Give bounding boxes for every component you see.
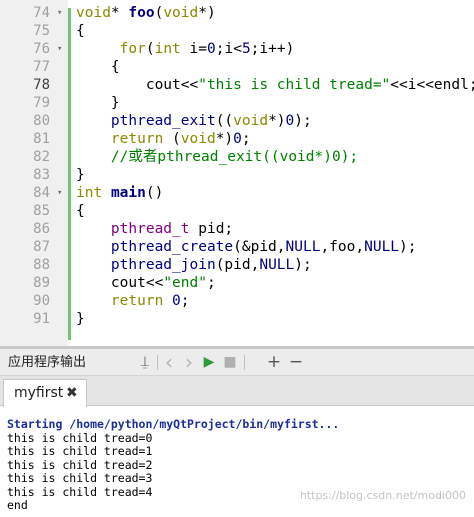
code-text: {: [76, 59, 120, 75]
line-number: 85: [33, 203, 50, 219]
line-number: 74: [33, 5, 50, 21]
code-text: pthread_t pid;: [110, 221, 234, 237]
line-number: 90: [33, 293, 50, 309]
code-text: pthread_exit((void*)0);: [110, 113, 312, 129]
code-line[interactable]: 83}: [0, 166, 474, 184]
code-text: cout<<"end";: [76, 275, 216, 291]
code-line[interactable]: 79 }: [0, 94, 474, 112]
code-line[interactable]: 86 pthread_t pid;: [0, 220, 474, 238]
code-line[interactable]: 76 ▾ for(int i=0;i<5;i++): [0, 40, 474, 58]
code-text: void* foo(void*): [76, 5, 216, 21]
output-pane-title: 应用程序输出: [8, 355, 87, 370]
code-text: int main(): [76, 185, 164, 201]
code-line[interactable]: 85 {: [0, 202, 474, 220]
code-text: {: [76, 203, 85, 219]
code-line[interactable]: 82 //或者pthread_exit((void*)0);: [0, 148, 474, 166]
code-text: {: [76, 23, 85, 39]
code-line[interactable]: 77 {: [0, 58, 474, 76]
code-line[interactable]: 84 ▾ int main(): [0, 184, 474, 202]
attach-icon[interactable]: ⍊: [136, 353, 154, 371]
code-text: //或者pthread_exit((void*)0);: [110, 149, 359, 165]
console-line: end: [7, 498, 28, 512]
line-number: 78: [33, 77, 50, 93]
console-line: this is child tread=3: [7, 471, 153, 485]
code-line[interactable]: 78 cout<<"this is child tread="<<i<<endl…: [0, 76, 474, 94]
chevron-right-icon[interactable]: ›: [180, 352, 198, 372]
minus-icon[interactable]: −: [287, 353, 305, 371]
line-number: 75: [33, 23, 50, 39]
line-number: 82: [33, 149, 50, 165]
code-line[interactable]: 75 {: [0, 22, 474, 40]
tab-label: myfirst: [14, 385, 64, 401]
code-line[interactable]: 91}: [0, 310, 474, 328]
output-pane-toolbar: 应用程序输出 ⍊ ‹ › ▶ ■ + −: [0, 349, 474, 376]
code-line[interactable]: 90 return 0;: [0, 292, 474, 310]
play-icon[interactable]: ▶: [200, 353, 218, 371]
fold-arrow-icon[interactable]: ▾: [57, 40, 62, 58]
code-editor[interactable]: 74 ▾ void* foo(void*) 75 {76 ▾ for(int i=0;i<…: [0, 0, 474, 347]
code-text: pthread_join(pid,NULL);: [110, 257, 312, 273]
code-line[interactable]: 74 ▾ void* foo(void*): [0, 4, 474, 22]
line-number: 88: [33, 257, 50, 273]
console-line: this is child tread=1: [7, 444, 153, 458]
code-line[interactable]: 89 cout<<"end";: [0, 274, 474, 292]
line-number: 81: [33, 131, 50, 147]
output-tab-strip: myfirst ✖: [0, 376, 474, 407]
toolbar-divider: [244, 355, 245, 370]
code-text: for(int i=0;i<5;i++): [119, 41, 295, 57]
watermark: https://blog.csdn.net/modi000: [299, 489, 466, 502]
code-text: }: [76, 167, 85, 183]
line-number: 77: [33, 59, 50, 75]
line-number: 84: [33, 185, 50, 201]
tab-myfirst[interactable]: myfirst ✖: [3, 379, 87, 407]
plus-icon[interactable]: +: [265, 353, 283, 371]
console-start-line: Starting /home/python/myQtProject/bin/my…: [7, 417, 340, 431]
fold-arrow-icon[interactable]: ▾: [57, 4, 62, 22]
stop-icon[interactable]: ■: [221, 353, 239, 371]
application-output-console[interactable]: Starting /home/python/myQtProject/bin/my…: [0, 407, 474, 517]
code-text: }: [76, 311, 85, 327]
line-number: 89: [33, 275, 50, 291]
console-line: this is child tread=2: [7, 457, 153, 472]
line-number: 79: [33, 95, 50, 111]
close-icon[interactable]: ✖: [66, 380, 78, 406]
code-text: pthread_create(&pid,NULL,foo,NULL);: [110, 239, 417, 255]
console-line: this is child tread=0: [7, 430, 153, 445]
code-line[interactable]: 80 pthread_exit((void*)0);: [0, 112, 474, 130]
line-number: 86: [33, 221, 50, 237]
toolbar-divider: [157, 355, 158, 370]
code-line[interactable]: 81 return (void*)0;: [0, 130, 474, 148]
fold-arrow-icon[interactable]: ▾: [57, 184, 62, 202]
code-text: return 0;: [110, 293, 190, 309]
line-number: 80: [33, 113, 50, 129]
code-line[interactable]: 88 pthread_join(pid,NULL);: [0, 256, 474, 274]
line-number: 83: [33, 167, 50, 183]
line-number: 76: [33, 41, 50, 57]
console-line: this is child tread=4: [7, 484, 153, 499]
line-number: 91: [33, 311, 50, 327]
code-text: }: [76, 95, 120, 111]
chevron-left-icon[interactable]: ‹: [160, 352, 178, 372]
code-text: return (void*)0;: [110, 131, 251, 147]
code-line[interactable]: 87 pthread_create(&pid,NULL,foo,NULL);: [0, 238, 474, 256]
line-number: 87: [33, 239, 50, 255]
code-text: cout<<"this is child tread="<<i<<endl;: [76, 77, 474, 93]
